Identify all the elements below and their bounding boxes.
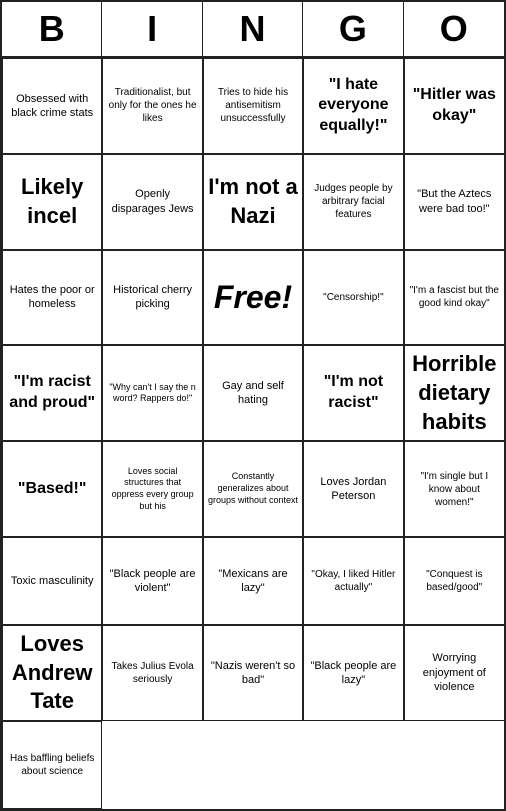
header-letter: B [2,2,102,56]
bingo-cell: "I'm a fascist but the good kind okay" [404,250,504,346]
bingo-cell: "Hitler was okay" [404,58,504,154]
bingo-cell: Gay and self hating [203,345,303,441]
bingo-cell: "I'm racist and proud" [2,345,102,441]
bingo-cell: "But the Aztecs were bad too!" [404,154,504,250]
bingo-cell: Takes Julius Evola seriously [102,625,202,721]
bingo-cell: Loves social structures that oppress eve… [102,441,202,537]
bingo-cell: Worrying enjoyment of violence [404,625,504,721]
bingo-cell: Likely incel [2,154,102,250]
header-letter: I [102,2,202,56]
bingo-cell: "Why can't I say the n word? Rappers do!… [102,345,202,441]
bingo-cell: "Okay, I liked Hitler actually" [303,537,403,625]
bingo-cell: Constantly generalizes about groups with… [203,441,303,537]
bingo-cell: Traditionalist, but only for the ones he… [102,58,202,154]
bingo-cell: "Based!" [2,441,102,537]
bingo-cell: "Censorship!" [303,250,403,346]
bingo-cell: Has baffling beliefs about science [2,721,102,809]
bingo-card: BINGO Obsessed with black crime statsTra… [0,0,506,811]
bingo-cell: Free! [203,250,303,346]
bingo-cell: Loves Andrew Tate [2,625,102,721]
bingo-cell: Tries to hide his antisemitism unsuccess… [203,58,303,154]
bingo-cell: "Nazis weren't so bad" [203,625,303,721]
bingo-cell: "I'm not racist" [303,345,403,441]
bingo-cell: Loves Jordan Peterson [303,441,403,537]
bingo-cell: Judges people by arbitrary facial featur… [303,154,403,250]
bingo-cell: "I'm single but I know about women!" [404,441,504,537]
bingo-cell: "I hate everyone equally!" [303,58,403,154]
bingo-cell: "Mexicans are lazy" [203,537,303,625]
bingo-cell: Horrible dietary habits [404,345,504,441]
bingo-cell: "Black people are lazy" [303,625,403,721]
bingo-header: BINGO [2,2,504,58]
header-letter: N [203,2,303,56]
bingo-cell: "Conquest is based/good" [404,537,504,625]
bingo-cell: Hates the poor or homeless [2,250,102,346]
header-letter: G [303,2,403,56]
bingo-grid: Obsessed with black crime statsTradition… [2,58,504,809]
bingo-cell: "Black people are violent" [102,537,202,625]
bingo-cell: Toxic masculinity [2,537,102,625]
header-letter: O [404,2,504,56]
bingo-cell: Obsessed with black crime stats [2,58,102,154]
bingo-cell: I'm not a Nazi [203,154,303,250]
bingo-cell: Openly disparages Jews [102,154,202,250]
bingo-cell: Historical cherry picking [102,250,202,346]
